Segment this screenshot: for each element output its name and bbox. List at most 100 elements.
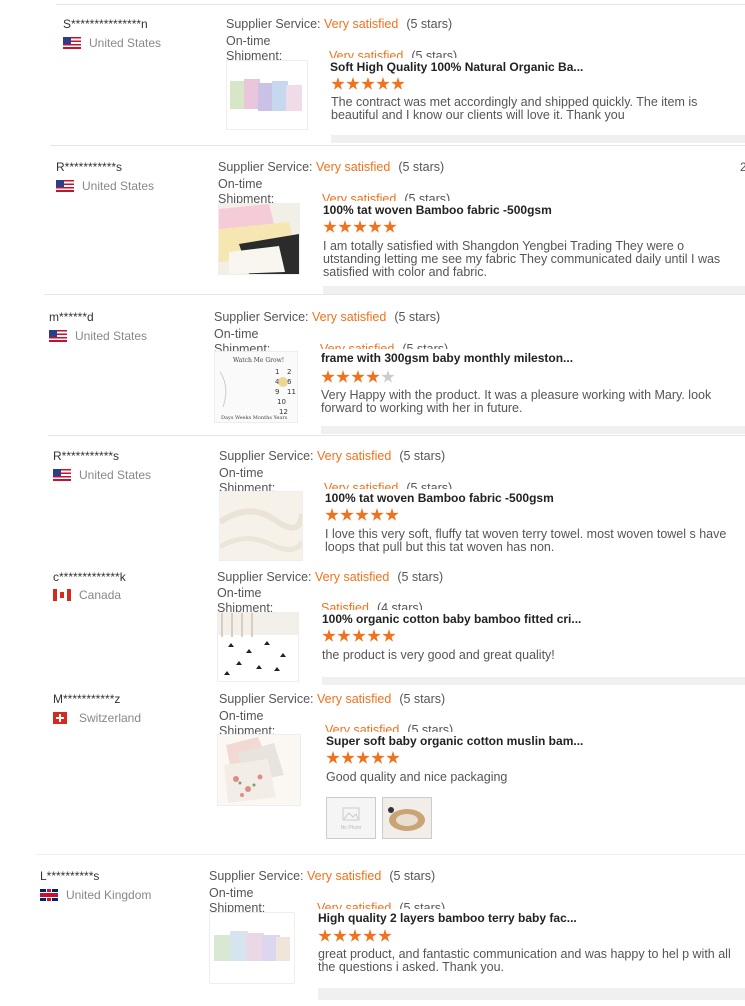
us-flag-icon <box>63 37 81 49</box>
star-icon <box>378 929 392 942</box>
product-title[interactable]: 100% organic cotton baby bamboo fitted c… <box>322 610 582 626</box>
svg-text:9: 9 <box>275 388 279 396</box>
review-item: m******d United States Supplier Service:… <box>0 293 745 435</box>
crib-sheet-image <box>218 613 298 681</box>
star-icon <box>340 508 354 521</box>
us-flag-icon <box>49 330 67 342</box>
star-icon <box>322 629 336 642</box>
svg-text:1: 1 <box>275 368 279 376</box>
shipment-label: On-time Shipment: <box>217 586 274 614</box>
review-item: c*************k Canada Supplier Service:… <box>0 565 745 685</box>
star-icon <box>355 508 369 521</box>
reviewer-name: c*************k <box>53 570 126 584</box>
reviewer-name: m******d <box>49 310 94 324</box>
reviewer-country: Switzerland <box>53 711 141 725</box>
star-icon <box>366 370 380 383</box>
star-icon <box>368 220 382 233</box>
star-icon <box>381 370 395 383</box>
review-item: L**********s United Kingdom Supplier Ser… <box>0 846 745 1006</box>
star-icon <box>323 220 337 233</box>
star-icon <box>356 751 370 764</box>
star-icon <box>321 370 335 383</box>
milestone-blanket-image: Watch Me Grow! 12 46 9 11 1012 Days Weeks… <box>215 352 297 422</box>
reply-bar <box>318 988 745 1000</box>
star-icon <box>376 77 390 90</box>
star-icon <box>382 629 396 642</box>
star-rating <box>321 370 395 384</box>
supplier-service-rating: Supplier Service: Very satisfied (5 stars… <box>218 160 445 174</box>
product-title[interactable]: Super soft baby organic cotton muslin ba… <box>326 732 584 748</box>
divider <box>48 435 745 436</box>
reviewer-name: M***********z <box>53 692 121 706</box>
product-thumbnail[interactable] <box>217 734 301 806</box>
review-item: S***************n United States Supplier… <box>0 0 745 147</box>
divider <box>56 4 745 5</box>
reviewer-country: Canada <box>53 588 121 602</box>
reviewer-name: L**********s <box>40 869 100 883</box>
star-rating <box>318 929 392 943</box>
package-photo-image <box>383 798 431 838</box>
reviewer-name: S***************n <box>63 17 148 31</box>
divider <box>50 145 745 146</box>
star-rating <box>326 751 400 765</box>
review-photo[interactable] <box>382 797 432 839</box>
review-item: M***********z Switzerland Supplier Servi… <box>0 686 745 846</box>
face-towel-image <box>214 931 290 961</box>
shipment-label: On-time Shipment: <box>226 34 283 62</box>
supplier-service-rating: Supplier Service: Very satisfied (5 stars… <box>219 449 446 463</box>
svg-text:Watch Me Grow!: Watch Me Grow! <box>233 357 284 364</box>
star-icon <box>363 929 377 942</box>
reviewer-country: United States <box>63 36 161 50</box>
towel-image <box>230 79 302 111</box>
product-thumbnail[interactable] <box>209 912 295 984</box>
star-icon <box>371 751 385 764</box>
terry-towel-image <box>220 492 302 560</box>
reply-bar <box>331 135 745 143</box>
star-icon <box>385 508 399 521</box>
review-comment: I am totally satisfied with Shangdon Yen… <box>323 239 721 279</box>
muslin-swaddle-image <box>218 735 300 805</box>
reply-bar <box>322 677 745 685</box>
divider <box>44 294 745 295</box>
star-icon <box>333 929 347 942</box>
product-thumbnail[interactable] <box>217 612 299 682</box>
switzerland-flag-icon <box>53 712 67 724</box>
star-icon <box>352 629 366 642</box>
star-rating <box>322 629 396 643</box>
supplier-service-rating: Supplier Service: Very satisfied (5 stars… <box>219 692 446 706</box>
star-icon <box>386 751 400 764</box>
product-thumbnail[interactable]: Watch Me Grow! 12 46 9 11 10 12 Days Weeks… <box>214 351 298 423</box>
product-title[interactable]: 100% tat woven Bamboo fabric -500gsm <box>325 489 554 505</box>
review-comment: I love this very soft, fluffy tat woven … <box>325 527 727 554</box>
star-icon <box>367 629 381 642</box>
product-title[interactable]: High quality 2 layers bamboo terry baby … <box>318 909 577 925</box>
product-title[interactable]: 100% tat woven Bamboo fabric -500gsm <box>323 201 552 217</box>
review-comment: Good quality and nice packaging <box>326 770 508 784</box>
svg-text:2: 2 <box>287 368 291 376</box>
product-thumbnail[interactable] <box>226 60 308 130</box>
reply-bar <box>321 426 745 434</box>
reviewer-country: United States <box>56 179 154 193</box>
canada-flag-icon <box>53 589 71 601</box>
star-rating <box>323 220 397 234</box>
reviewer-country: United Kingdom <box>40 888 151 902</box>
supplier-service-rating: Supplier Service: Very satisfied (5 stars… <box>217 570 444 584</box>
review-photo-placeholder[interactable]: No Photo <box>326 797 376 839</box>
reviewer-country: United States <box>49 329 147 343</box>
product-title[interactable]: frame with 300gsm baby monthly mileston.… <box>321 349 574 365</box>
star-icon <box>346 77 360 90</box>
supplier-service-rating: Supplier Service: Very satisfied (5 stars… <box>209 869 436 883</box>
review-comment: the product is very good and great quali… <box>322 648 555 662</box>
product-thumbnail[interactable] <box>218 203 300 275</box>
reviewer-country: United States <box>53 468 151 482</box>
product-thumbnail[interactable] <box>219 491 303 561</box>
star-icon <box>325 508 339 521</box>
star-icon <box>351 370 365 383</box>
reviewer-name: R***********s <box>56 160 123 174</box>
svg-text:11: 11 <box>287 388 296 396</box>
product-title[interactable]: Soft High Quality 100% Natural Organic B… <box>330 58 584 74</box>
star-icon <box>337 629 351 642</box>
star-icon <box>383 220 397 233</box>
review-item: R***********s United States Supplier Ser… <box>0 145 745 294</box>
star-icon <box>331 77 345 90</box>
